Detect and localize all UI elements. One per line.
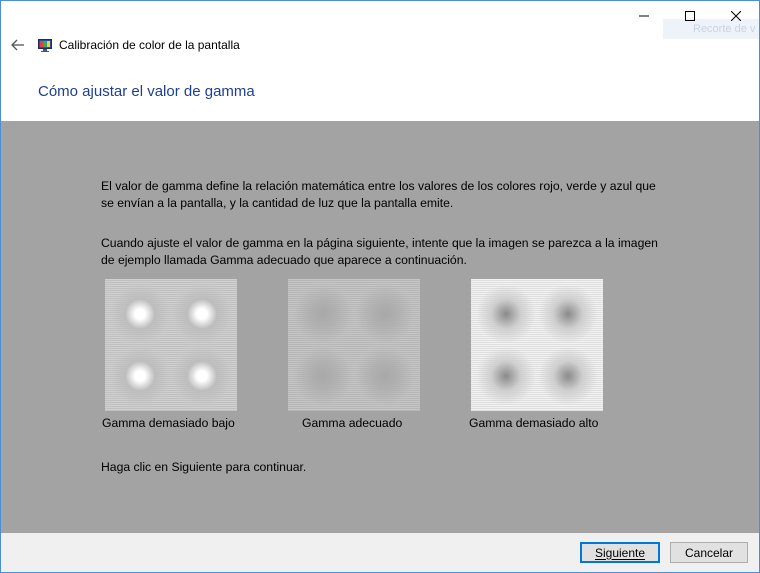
maximize-icon (685, 11, 695, 21)
minimize-icon (639, 15, 649, 17)
cancel-button-label: Cancelar (684, 545, 734, 560)
footer-bar: Siguiente Cancelar (1, 533, 759, 572)
continue-text: Haga clic en Siguiente para continuar. (101, 460, 307, 474)
next-button[interactable]: Siguiente (580, 542, 660, 563)
page-title: Cómo ajustar el valor de gamma (38, 83, 255, 100)
window-controls (621, 1, 759, 31)
maximize-button[interactable] (667, 1, 713, 31)
content-panel: El valor de gamma define la relación mat… (1, 121, 759, 533)
gamma-too-high-sample (471, 279, 603, 411)
app-title: Calibración de color de la pantalla (59, 38, 240, 52)
app-header: Calibración de color de la pantalla (1, 33, 240, 57)
gamma-correct-sample (288, 279, 420, 411)
next-button-label: Siguiente (594, 545, 646, 560)
minimize-button[interactable] (621, 1, 667, 31)
display-color-icon (38, 39, 52, 52)
close-icon (731, 11, 741, 21)
back-button[interactable] (7, 34, 29, 56)
calibration-window: Recorte de v Calibración de color de la … (0, 0, 760, 573)
gamma-correct-caption: Gamma adecuado (302, 416, 403, 430)
close-button[interactable] (713, 1, 759, 31)
intro-text: El valor de gamma define la relación mat… (101, 179, 656, 210)
gamma-too-low-sample (105, 279, 237, 411)
gamma-too-low-caption: Gamma demasiado bajo (102, 416, 235, 430)
back-arrow-icon (11, 39, 24, 51)
gamma-too-high-caption: Gamma demasiado alto (469, 416, 599, 430)
instruction-text: Cuando ajuste el valor de gamma en la pá… (101, 236, 658, 267)
cancel-button[interactable]: Cancelar (670, 542, 748, 563)
